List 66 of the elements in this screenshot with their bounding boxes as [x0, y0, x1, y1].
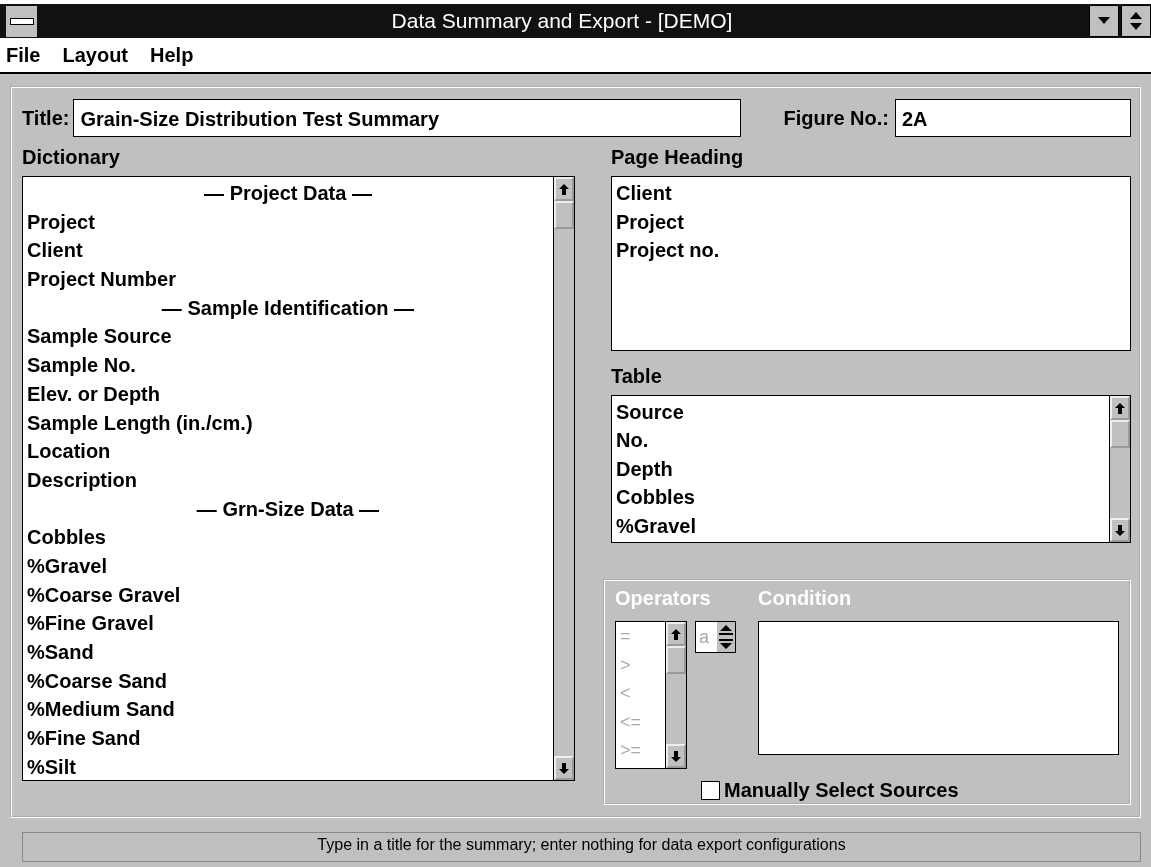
list-item[interactable]: Cobbles — [616, 483, 1105, 512]
system-menu-button[interactable] — [6, 5, 37, 37]
down-arrow-icon — [1115, 524, 1125, 536]
list-item[interactable]: Project no. — [616, 236, 1126, 266]
minimize-button[interactable] — [1089, 5, 1119, 37]
window-title: Data Summary and Export - [DEMO] — [390, 9, 734, 33]
scroll-up-button[interactable] — [666, 622, 686, 646]
list-item[interactable]: Client — [616, 179, 1126, 208]
list-item[interactable]: %Gravel — [616, 511, 1105, 540]
restore-button[interactable] — [1121, 5, 1151, 37]
scroll-thumb[interactable] — [554, 201, 574, 229]
scroll-down-button[interactable] — [554, 756, 574, 780]
list-item[interactable]: %Fine Gravel — [27, 609, 549, 638]
menu-item[interactable]: File — [6, 43, 41, 67]
list-item[interactable]: %Gravel — [27, 551, 549, 581]
scroll-bar[interactable] — [553, 177, 574, 780]
list-item[interactable]: %Coarse Gravel — [27, 580, 549, 610]
scroll-thumb[interactable] — [666, 646, 686, 674]
figure-number-field[interactable]: 2A — [895, 99, 1131, 137]
spin-arrows-icon — [717, 622, 735, 652]
page-heading-label: Page Heading — [611, 146, 745, 170]
list-item[interactable]: Project Number — [27, 265, 549, 294]
title-label: Title: — [22, 106, 70, 130]
list-item[interactable]: Sample No. — [27, 351, 549, 380]
list-item[interactable]: %Silt — [27, 752, 549, 782]
list-item[interactable]: Sample Source — [27, 322, 549, 352]
list-group-header: — Sample Identification — — [160, 295, 416, 321]
up-arrow-icon — [1115, 402, 1125, 414]
list-item[interactable]: Project — [27, 207, 549, 237]
list-item[interactable]: Elev. or Depth — [27, 379, 549, 409]
up-arrow-icon — [671, 628, 681, 640]
list-item[interactable]: No. — [616, 426, 1105, 455]
list-item[interactable]: Client — [27, 236, 549, 266]
list-item[interactable]: Cobbles — [27, 523, 549, 552]
down-arrow-icon — [559, 762, 569, 774]
list-group-header: — Project Data — — [203, 181, 373, 206]
table-label: Table — [611, 365, 663, 389]
menu-item[interactable]: Help — [150, 43, 194, 67]
scroll-up-button[interactable] — [1110, 396, 1130, 420]
scroll-down-button[interactable] — [666, 744, 686, 768]
list-item[interactable]: Project — [616, 207, 1126, 237]
list-item[interactable]: %Sand — [27, 638, 549, 667]
list-item[interactable]: Description — [27, 465, 549, 495]
status-text: Type in a title for the summary; enter nothing for data export configurations — [317, 836, 846, 855]
scroll-bar[interactable] — [1109, 396, 1130, 542]
condition-label: Condition — [758, 587, 853, 611]
down-arrow-icon — [671, 750, 681, 762]
list-group-header: — Grn-Size Data — — [195, 496, 381, 522]
scroll-thumb[interactable] — [1110, 420, 1130, 448]
menu-item[interactable]: Layout — [62, 43, 128, 67]
list-item[interactable]: %Coarse Sand — [27, 666, 549, 696]
list-item[interactable]: %Medium Sand — [27, 695, 549, 725]
scroll-up-button[interactable] — [554, 177, 574, 201]
list-item[interactable]: Sample Length (in./cm.) — [27, 408, 549, 438]
operators-label: Operators — [615, 587, 712, 611]
list-item[interactable]: Source — [616, 398, 1105, 427]
scroll-down-button[interactable] — [1110, 518, 1130, 542]
up-down-triangle-icon — [1130, 12, 1142, 30]
list-item[interactable]: Location — [27, 437, 549, 466]
list-item[interactable]: Depth — [616, 454, 1105, 484]
figure-number-label: Figure No.: — [783, 106, 889, 130]
up-arrow-icon — [559, 183, 569, 195]
dictionary-label: Dictionary — [22, 146, 121, 170]
title-field[interactable]: Grain-Size Distribution Test Summary — [73, 99, 742, 137]
list-item[interactable]: %Fine Sand — [27, 724, 549, 753]
down-triangle-icon — [1098, 17, 1110, 25]
